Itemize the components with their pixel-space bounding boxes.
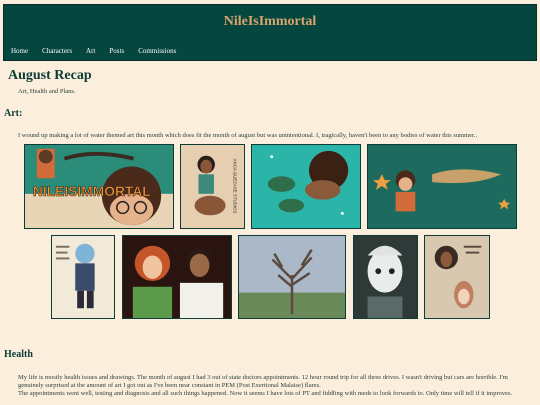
artwork-shark-character[interactable]	[367, 144, 517, 229]
artwork-duo-image	[123, 236, 231, 318]
health-paragraph-2: The appointments went well, testing and …	[18, 390, 513, 397]
health-paragraph-1: My life is mostly health issues and draw…	[18, 374, 508, 389]
site-header: NileIsImmortal Home Characters Art Posts…	[3, 4, 537, 61]
artwork-sheet-image	[52, 236, 114, 318]
artwork-sketch-page[interactable]	[424, 235, 490, 319]
art-heading: Art:	[4, 108, 23, 119]
nav-posts[interactable]: Posts	[109, 47, 124, 55]
nav-characters[interactable]: Characters	[42, 47, 72, 55]
artwork-tree-image	[239, 236, 345, 318]
artwork-two-characters[interactable]	[122, 235, 232, 319]
artwork-merch-image: ANCA GUEZASE STUDIOS	[181, 145, 244, 228]
site-title[interactable]: NileIsImmortal	[4, 14, 536, 30]
post-title: August Recap	[8, 68, 92, 83]
art-intro-text: I wound up making a lot of water themed …	[18, 132, 478, 139]
merch-vertical-text: ANCA GUEZASE STUDIOS	[232, 159, 237, 214]
artwork-turtles-swimmer[interactable]	[251, 144, 361, 229]
health-heading: Health	[4, 349, 33, 360]
nav-art[interactable]: Art	[86, 47, 95, 55]
post-subtitle: Art, Health and Plans.	[18, 88, 76, 95]
artwork-turtles-image	[252, 145, 360, 228]
banner-lettering: NILEISIMMORTAL	[33, 184, 151, 199]
artwork-shark-image	[368, 145, 516, 228]
nav-home[interactable]: Home	[11, 47, 28, 55]
main-nav: Home Characters Art Posts Commissions	[11, 47, 190, 55]
nav-commissions[interactable]: Commissions	[138, 47, 176, 55]
artwork-nileisimmortal-banner[interactable]: NILEISIMMORTAL	[24, 144, 174, 229]
artwork-tree-landscape[interactable]	[238, 235, 346, 319]
artwork-character-sheet[interactable]	[51, 235, 115, 319]
artwork-pale-portrait[interactable]	[353, 235, 418, 319]
artwork-banner-image: NILEISIMMORTAL	[25, 145, 173, 228]
artwork-pale-image	[354, 236, 417, 318]
artwork-sketch-image	[425, 236, 489, 318]
artwork-merch-character[interactable]: ANCA GUEZASE STUDIOS	[180, 144, 245, 229]
